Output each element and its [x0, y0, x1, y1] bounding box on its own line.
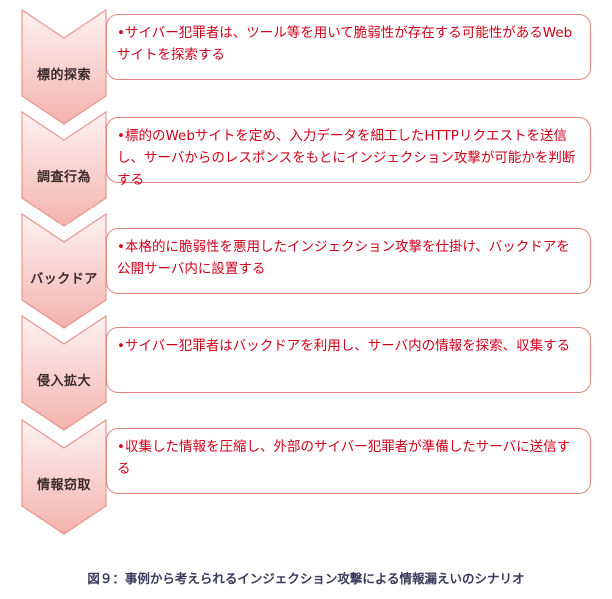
step-description-box: •標的のWebサイトを定め、入力データを細工したHTTPリクエストを送信し、サー… — [106, 117, 591, 188]
step-description-box: •本格的に脆弱性を悪用したインジェクション攻撃を仕掛け、バックドアを公開サーバ内… — [106, 228, 591, 294]
bullet: • — [117, 439, 125, 455]
step-label: 調査行為 — [36, 170, 91, 185]
step-description: 標的のWebサイトを定め、入力データを細工したHTTPリクエストを送信し、サーバ… — [117, 128, 576, 188]
step-label: 侵入拡大 — [36, 374, 91, 389]
bullet: • — [117, 239, 125, 255]
step-description: サイバー犯罪者は、ツール等を用いて脆弱性が存在する可能性があるWebサイトを探索… — [117, 25, 573, 63]
step-description: サイバー犯罪者はバックドアを利用し、サーバ内の情報を探索、収集する — [124, 338, 571, 354]
chevron-step-3: バックドア — [20, 212, 108, 330]
step-description: 本格的に脆弱性を悪用したインジェクション攻撃を仕掛け、バックドアを公開サーバ内に… — [117, 239, 570, 277]
chevron-step-5: 情報窃取 — [20, 418, 108, 536]
chevron-step-4: 侵入拡大 — [20, 314, 108, 432]
step-description-box: •サイバー犯罪者は、ツール等を用いて脆弱性が存在する可能性があるWebサイトを探… — [106, 14, 591, 80]
step-label: 情報窃取 — [36, 478, 91, 493]
bullet: • — [117, 25, 125, 41]
step-label: バックドア — [30, 272, 98, 287]
figure-caption: 図９：事例から考えられるインジェクション攻撃による情報漏えいのシナリオ — [87, 571, 525, 586]
bullet: • — [117, 128, 125, 144]
step-description-box: •サイバー犯罪者はバックドアを利用し、サーバ内の情報を探索、収集する — [106, 327, 591, 393]
step-description: 収集した情報を圧縮し、外部のサイバー犯罪者が準備したサーバに送信する — [117, 439, 571, 477]
step-description-box: •収集した情報を圧縮し、外部のサイバー犯罪者が準備したサーバに送信する — [106, 428, 591, 494]
attack-scenario-flow: 標的探索 •サイバー犯罪者は、ツール等を用いて脆弱性が存在する可能性があるWeb… — [0, 0, 612, 560]
step-label: 標的探索 — [36, 68, 91, 83]
chevron-step-2: 調査行為 — [20, 110, 108, 228]
bullet: • — [117, 338, 125, 354]
chevron-step-1: 標的探索 — [20, 8, 108, 126]
